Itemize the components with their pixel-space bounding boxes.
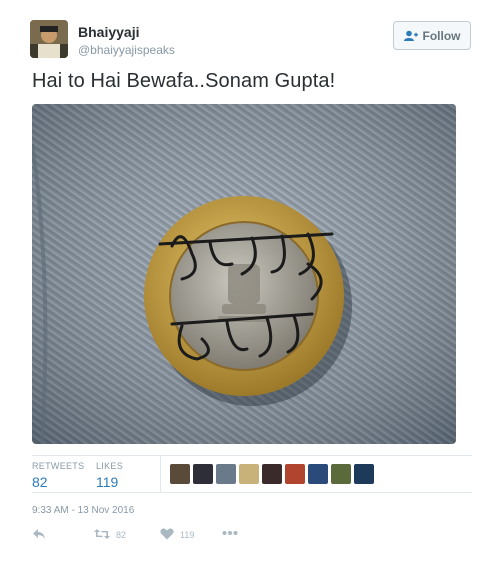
reply-icon [32, 528, 46, 542]
author-handle[interactable]: @bhaiyyajispeaks [78, 43, 175, 57]
retweets-label: RETWEETS [32, 461, 85, 471]
tweet-photo[interactable] [32, 104, 456, 444]
reply-button[interactable] [32, 528, 46, 542]
more-button[interactable] [222, 528, 238, 538]
liker-avatar[interactable] [285, 464, 305, 484]
follow-button[interactable]: Follow [393, 21, 471, 50]
like-button[interactable]: 119 [160, 528, 194, 542]
more-dots-icon [222, 528, 238, 538]
stats-divider [160, 456, 161, 493]
liker-avatar[interactable] [239, 464, 259, 484]
liker-avatar[interactable] [216, 464, 236, 484]
retweets-count: 82 [32, 474, 48, 490]
likes-stat[interactable]: LIKES 119 [96, 461, 123, 490]
author-avatar[interactable] [30, 20, 68, 58]
likes-count: 119 [96, 474, 119, 490]
liker-avatar[interactable] [193, 464, 213, 484]
engagement-stats: RETWEETS 82 LIKES 119 [32, 455, 472, 493]
retweets-stat[interactable]: RETWEETS 82 [32, 461, 84, 490]
add-user-icon [403, 30, 418, 42]
tweet-timestamp[interactable]: 9:33 AM - 13 Nov 2016 [32, 505, 134, 516]
liker-avatar[interactable] [262, 464, 282, 484]
like-action-count: 119 [180, 530, 195, 540]
liker-avatar[interactable] [308, 464, 328, 484]
liker-avatars [170, 464, 374, 484]
retweet-button[interactable]: 82 [94, 528, 126, 542]
liker-avatar[interactable] [354, 464, 374, 484]
liker-avatar[interactable] [331, 464, 351, 484]
heart-icon [160, 528, 174, 542]
likes-label: LIKES [96, 461, 124, 471]
tweet-text: Hai to Hai Bewafa..Sonam Gupta! [32, 70, 336, 92]
liker-avatar[interactable] [170, 464, 190, 484]
retweet-icon [94, 528, 110, 542]
retweet-action-count: 82 [116, 530, 127, 540]
follow-button-label: Follow [422, 28, 461, 43]
author-name[interactable]: Bhaiyyaji [78, 24, 139, 40]
